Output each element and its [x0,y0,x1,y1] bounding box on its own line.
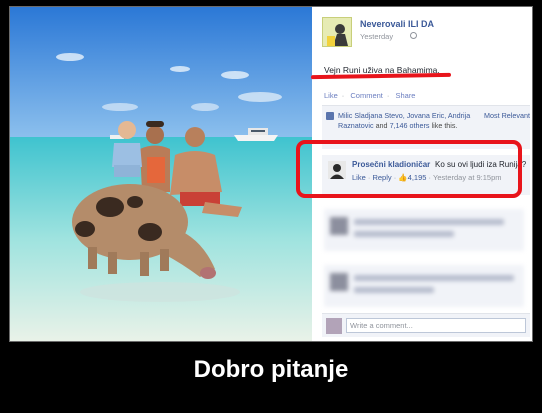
separator: · [341,91,345,100]
page-name-link[interactable]: Neverovali ILI DA [360,19,434,29]
likes-conjunction: and [375,121,388,130]
blurred-comment [324,265,524,307]
blurred-line [354,231,454,237]
blurred-line [354,287,434,293]
page-avatar[interactable] [322,17,352,47]
user-avatar [326,318,342,334]
sort-comments-dropdown[interactable]: Most Relevant ▾ [484,111,533,120]
globe-icon [410,32,417,39]
page-avatar-image [323,18,351,46]
blurred-line [354,219,504,225]
comment-input[interactable]: Write a comment... [346,318,526,333]
likes-suffix: like this. [431,121,458,130]
comment-link[interactable]: Comment [350,91,383,100]
post-timestamp[interactable]: Yesterday [360,32,393,41]
blurred-comment [324,209,524,251]
beach-photo-image [10,7,312,341]
meme-caption: Dobro pitanje [193,356,349,383]
chevron-down-icon: ▾ [532,111,533,120]
write-comment-bar: Write a comment... [322,313,530,337]
blurred-avatar [330,273,348,291]
beach-photo [10,7,312,341]
blurred-avatar [330,217,348,235]
like-link[interactable]: Like [324,91,338,100]
likes-text: Milic Sladjana Stevo, Jovana Eric, Andri… [338,111,478,131]
post-header: Neverovali ILI DA Yesterday [322,17,527,57]
share-link[interactable]: Share [395,91,415,100]
red-highlight-box [296,140,522,198]
sort-label: Most Relevant [484,111,530,120]
others-link[interactable]: 7,146 others [390,121,430,130]
blurred-line [354,275,514,281]
thumbs-up-icon [326,112,334,120]
post-actions: Like · Comment · Share [324,91,419,100]
separator: · [386,91,390,100]
